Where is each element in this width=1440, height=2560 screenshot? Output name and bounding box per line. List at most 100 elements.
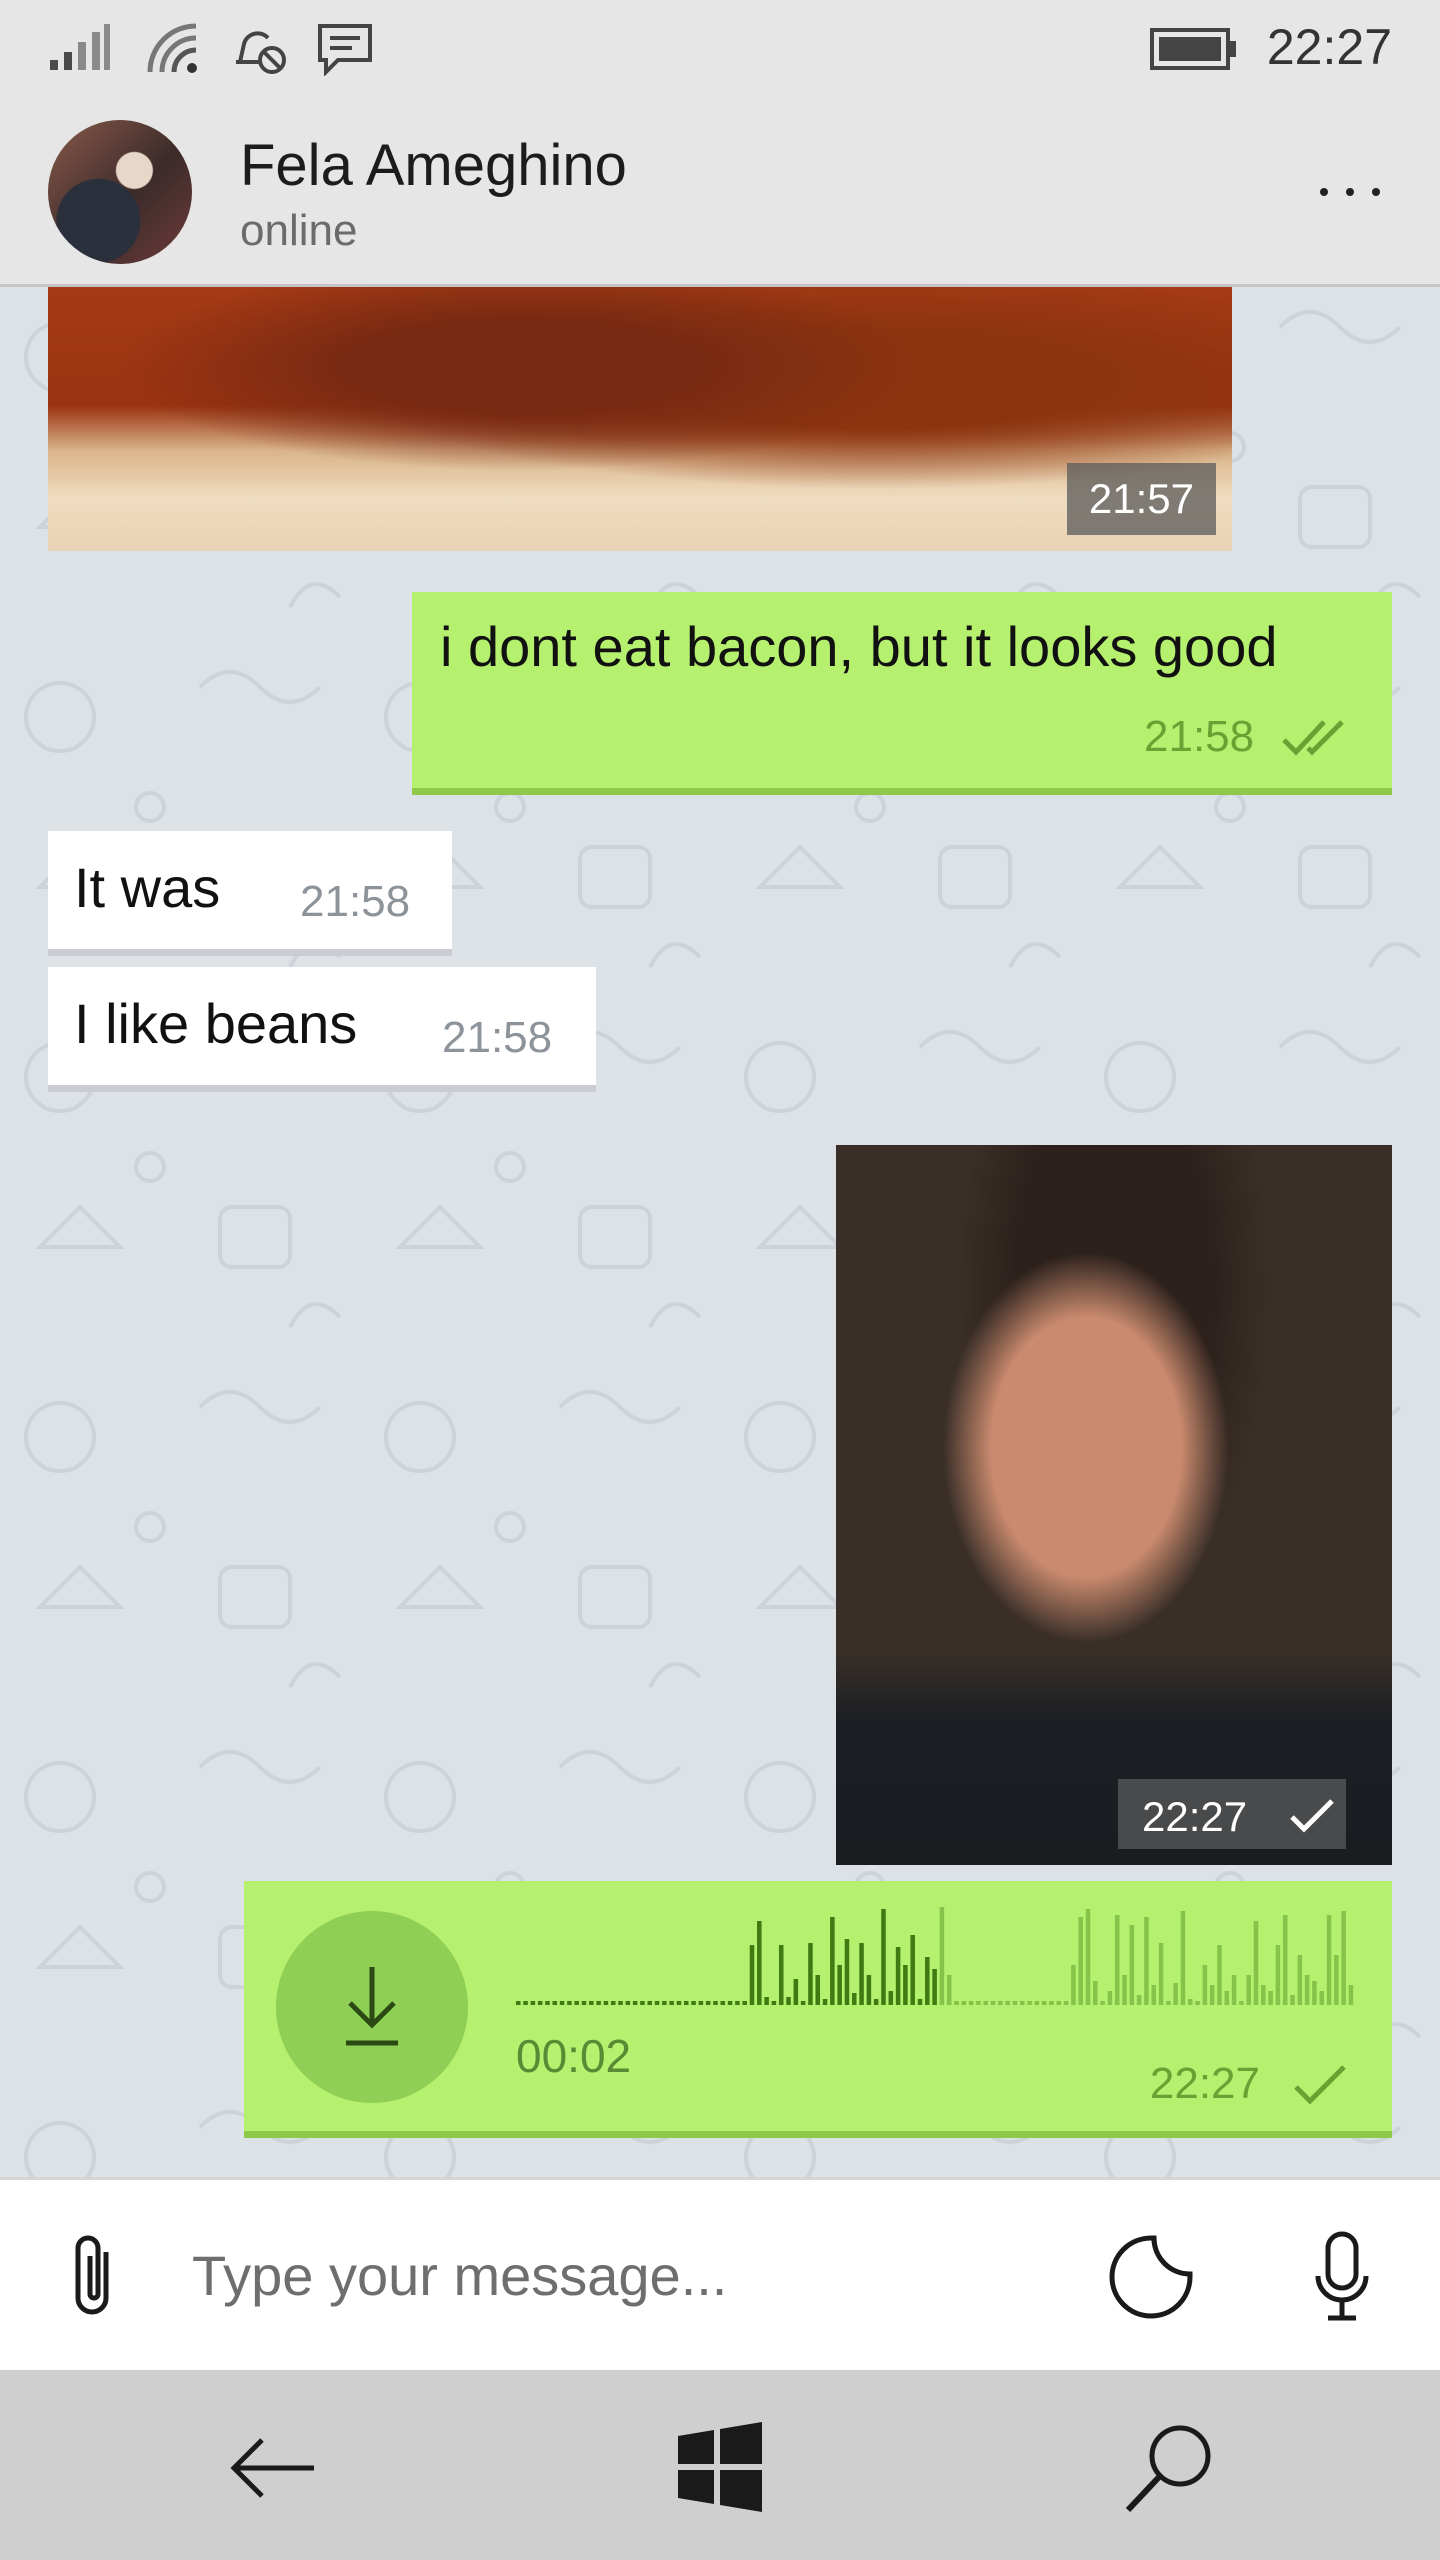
composer[interactable] — [0, 2177, 1440, 2370]
photo-message[interactable]: 22:27 — [836, 1145, 1392, 1865]
waveform-bar — [1334, 1955, 1339, 2005]
waveform-bar — [873, 1999, 879, 2005]
waveform-bar — [961, 2001, 967, 2005]
waveform-bar — [676, 2001, 682, 2005]
waveform-bar — [1188, 1999, 1193, 2005]
waveform-bar — [1217, 1945, 1222, 2005]
waveform-bar — [610, 2001, 616, 2005]
waveform-bar — [1129, 1925, 1135, 2005]
waveform-bar — [881, 1909, 886, 2005]
double-check-icon — [1282, 720, 1344, 756]
waveform-bar — [647, 2001, 653, 2005]
waveform-bar — [749, 1945, 755, 2005]
waveform-bar — [662, 2001, 667, 2005]
waveform-bar — [771, 2001, 777, 2005]
waveform-bar — [895, 1947, 901, 2005]
waveform-bar — [625, 2001, 631, 2005]
waveform-bar — [954, 2001, 959, 2005]
waveform-bar — [1173, 1983, 1178, 2005]
waveform-bar — [1012, 2001, 1018, 2005]
waveform-bar — [990, 2001, 996, 2005]
wifi-icon — [147, 23, 197, 73]
waveform-bar — [618, 2001, 623, 2005]
waveform-bar — [976, 2001, 981, 2005]
waveform-bar — [932, 1969, 937, 2005]
chat-header[interactable]: Fela Ameghino online — [0, 96, 1440, 287]
waveform-bar — [596, 2001, 601, 2005]
waveform-bar — [1041, 2001, 1047, 2005]
waveform-bar — [1100, 2001, 1105, 2005]
voice-waveform[interactable] — [516, 1903, 1356, 2005]
waveform-bar — [1261, 1985, 1266, 2005]
waveform-bar — [1151, 1985, 1157, 2005]
battery-icon — [1150, 28, 1236, 70]
check-icon — [1290, 1799, 1334, 1833]
waveform-bar — [691, 2001, 696, 2005]
waveform-bar — [822, 1999, 828, 2005]
waveform-bar — [1027, 2001, 1032, 2005]
waveform-bar — [1231, 1975, 1237, 2005]
waveform-bar — [654, 2001, 660, 2005]
message-icon — [318, 24, 372, 76]
waveform-bar — [1180, 1911, 1186, 2005]
incoming-message[interactable]: I like beans 21:58 — [48, 967, 596, 1092]
waveform-bar — [727, 2001, 733, 2005]
waveform-bar — [1326, 1915, 1332, 2005]
voice-duration: 00:02 — [516, 2030, 632, 2082]
waveform-bar — [1253, 1921, 1259, 2005]
waveform-bar — [545, 2001, 550, 2005]
waveform-bar — [778, 1945, 784, 2005]
message-text: It was — [74, 856, 221, 919]
photo-message[interactable]: 21:57 — [48, 287, 1232, 551]
waveform-bar — [866, 1975, 872, 2005]
waveform-bar — [1005, 2001, 1010, 2005]
outgoing-message[interactable]: i dont eat bacon, but it looks good 21:5… — [412, 592, 1392, 795]
waveform-bar — [998, 2001, 1003, 2005]
waveform-bar — [1049, 2001, 1054, 2005]
waveform-bar — [742, 2001, 747, 2005]
waveform-bar — [946, 1975, 952, 2005]
sticker-icon[interactable] — [1108, 2234, 1194, 2320]
waveform-bar — [1034, 2001, 1040, 2005]
waveform-bar — [808, 1943, 813, 2005]
message-time: 22:27 — [1149, 2059, 1260, 2108]
attach-icon[interactable] — [68, 2232, 120, 2322]
waveform-bar — [1209, 1985, 1215, 2005]
check-icon — [1294, 2065, 1346, 2105]
back-icon[interactable] — [222, 2418, 322, 2518]
search-icon[interactable] — [1118, 2418, 1218, 2518]
voice-message[interactable]: 00:02 22:27 — [244, 1881, 1392, 2138]
message-list[interactable]: 21:57 i dont eat bacon, but it looks goo… — [0, 287, 1440, 2177]
download-button[interactable] — [276, 1911, 468, 2103]
waveform-bar — [1195, 2001, 1200, 2005]
waveform-bar — [1348, 1985, 1354, 2005]
waveform-bar — [1158, 1943, 1164, 2005]
waveform-bar — [567, 2001, 572, 2005]
waveform-bar — [830, 1917, 835, 2005]
incoming-message[interactable]: It was 21:58 — [48, 831, 452, 956]
waveform-bar — [1144, 1917, 1149, 2005]
waveform-bar — [859, 1943, 864, 2005]
more-options-button[interactable] — [1312, 166, 1392, 216]
waveform-bar — [516, 2001, 521, 2005]
photo-time-badge: 22:27 — [1118, 1779, 1346, 1849]
waveform-bar — [910, 1935, 915, 2005]
waveform-bar — [1063, 2001, 1069, 2005]
waveform-bar — [537, 2001, 543, 2005]
waveform-bar — [574, 2001, 579, 2005]
windows-start-icon[interactable] — [670, 2418, 770, 2518]
waveform-bar — [800, 2001, 806, 2005]
contact-name[interactable]: Fela Ameghino — [240, 132, 627, 199]
dot-icon — [1320, 188, 1328, 196]
message-input[interactable] — [192, 2240, 1072, 2310]
download-icon — [346, 1967, 398, 2046]
dot-icon — [1346, 188, 1354, 196]
avatar[interactable] — [48, 120, 192, 264]
waveform-bar — [1166, 2001, 1171, 2005]
waveform-bar — [1224, 1991, 1230, 2005]
message-text: i dont eat bacon, but it looks good — [440, 615, 1278, 678]
microphone-icon[interactable] — [1312, 2230, 1372, 2324]
message-time: 21:58 — [1144, 712, 1255, 761]
waveform-bar — [903, 1965, 908, 2005]
waveform-bar — [684, 2001, 689, 2005]
